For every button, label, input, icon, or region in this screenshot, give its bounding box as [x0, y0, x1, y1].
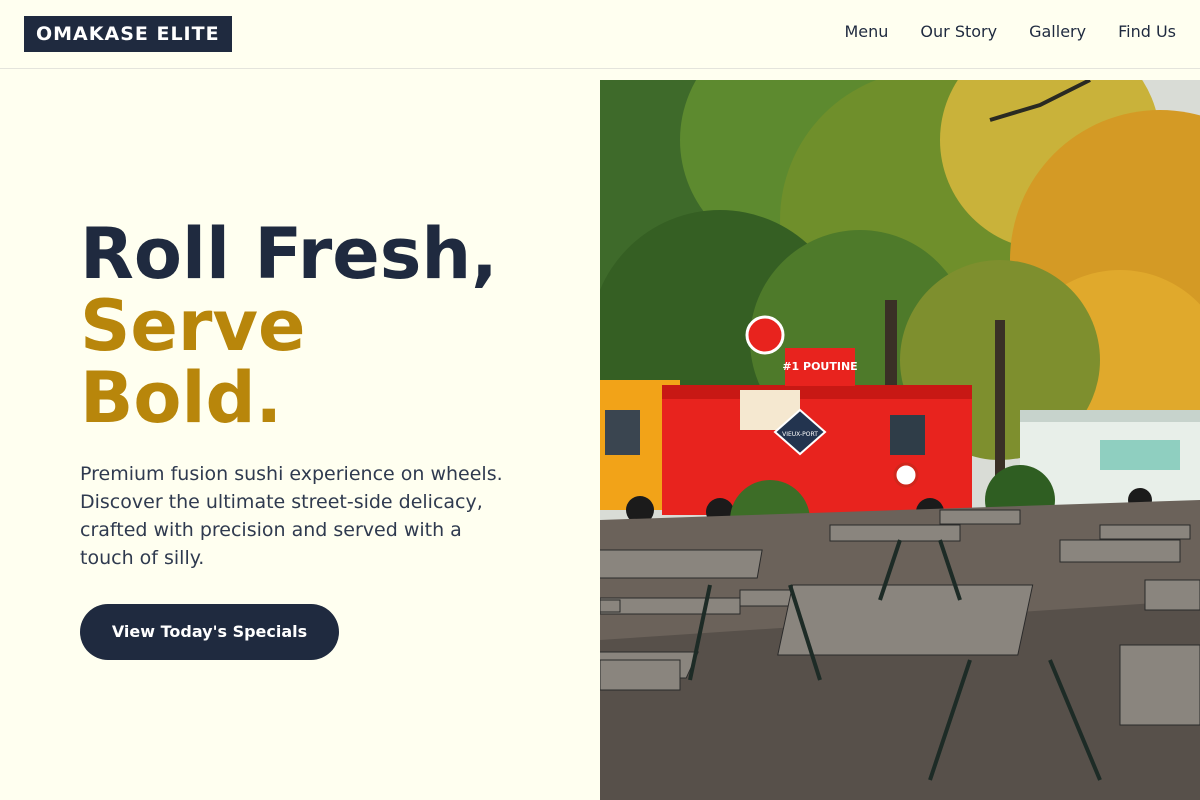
truck-sign-text: #1 POUTINE — [782, 360, 857, 373]
site-header: OMAKASE ELITE Menu Our Story Gallery Fin… — [0, 0, 1200, 69]
hero-title: Roll Fresh, Serve Bold. — [80, 218, 580, 434]
nav-link-find-us[interactable]: Find Us — [1118, 20, 1176, 44]
hero-photo: #1 POUTINE VIEUX-PORT — [600, 80, 1200, 800]
site-logo[interactable]: OMAKASE ELITE — [24, 16, 232, 52]
hero-title-line-2: Serve — [80, 285, 306, 367]
hero-title-line-3: Bold. — [80, 357, 283, 439]
nav-link-menu[interactable]: Menu — [844, 20, 888, 44]
nav-link-gallery[interactable]: Gallery — [1029, 20, 1086, 44]
truck-badge-text: VIEUX-PORT — [782, 431, 818, 438]
hero-description: Premium fusion sushi experience on wheel… — [80, 463, 503, 569]
nav-link-our-story[interactable]: Our Story — [920, 20, 997, 44]
hero-title-line-1: Roll Fresh, — [80, 213, 498, 295]
view-specials-button[interactable]: View Today's Specials — [80, 604, 339, 660]
main-nav: Menu Our Story Gallery Find Us — [844, 20, 1176, 44]
